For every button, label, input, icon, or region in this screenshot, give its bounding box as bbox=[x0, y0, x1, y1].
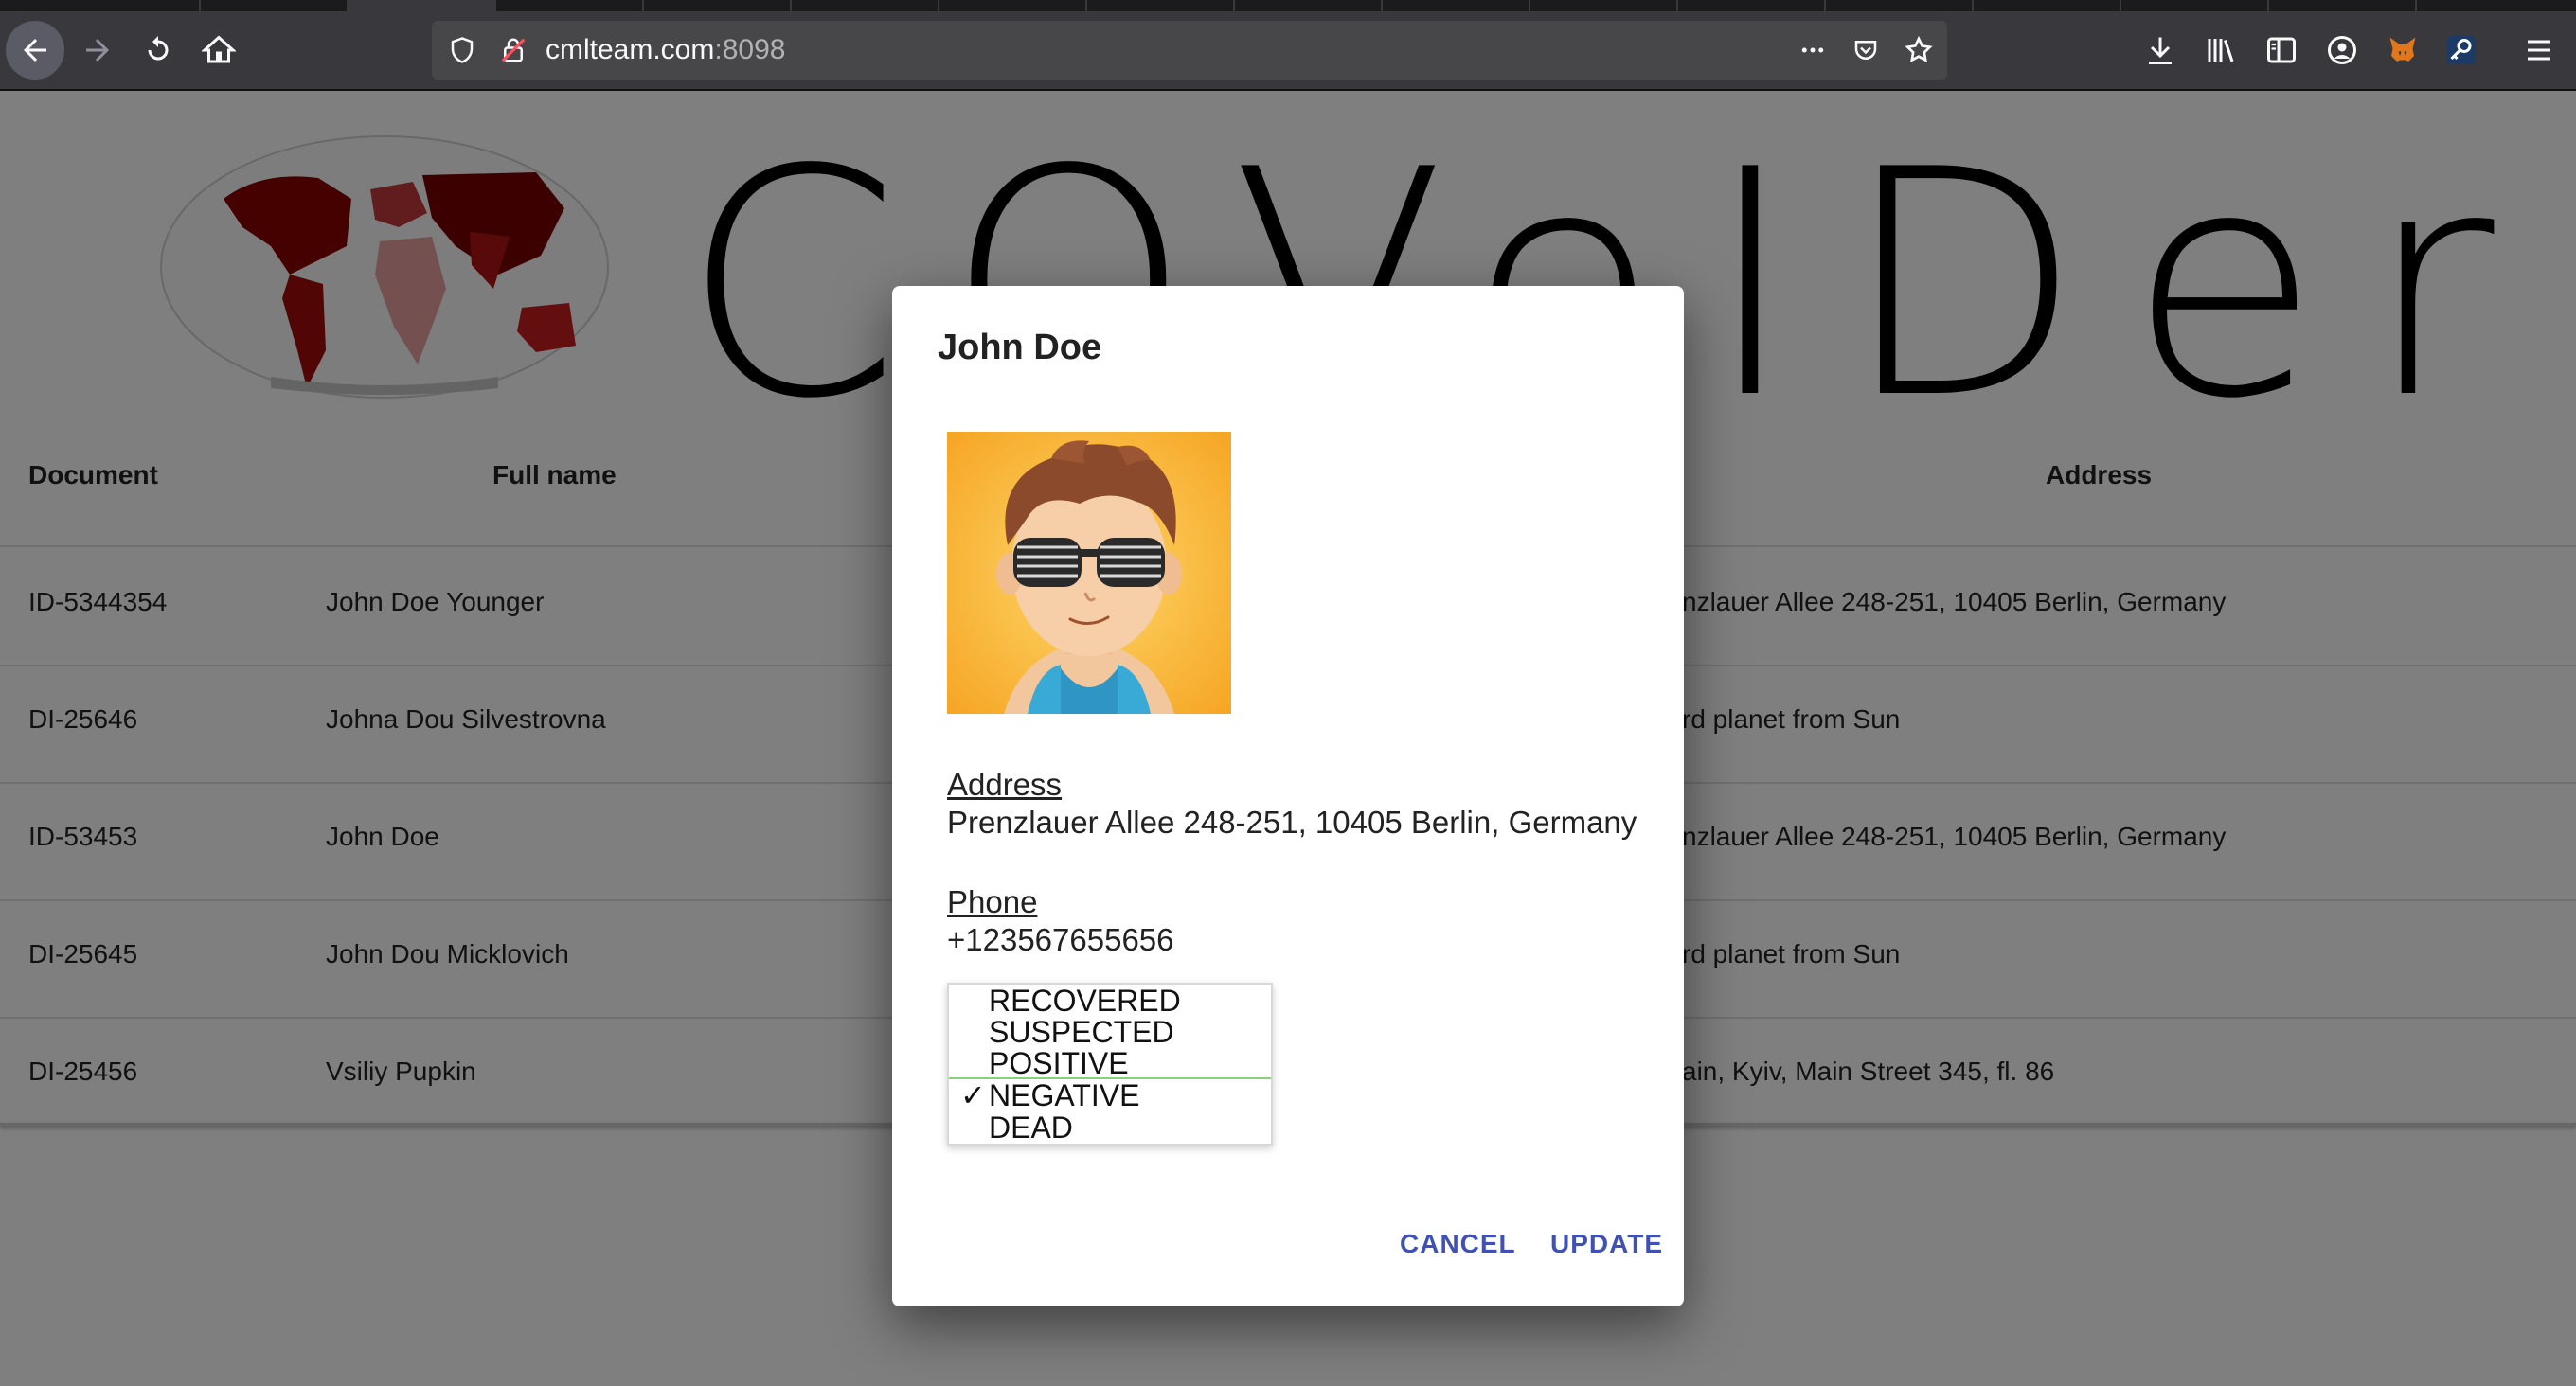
checkmark-icon: ✓ bbox=[960, 1078, 986, 1112]
browser-tab[interactable] bbox=[1087, 0, 1235, 11]
status-select[interactable]: RECOVERED SUSPECTED POSITIVE ✓ NEGATIVE … bbox=[947, 983, 1273, 1146]
back-button[interactable] bbox=[6, 21, 64, 80]
tab-strip bbox=[0, 0, 2576, 11]
forward-button[interactable] bbox=[68, 21, 127, 80]
pocket-icon[interactable] bbox=[1849, 33, 1883, 67]
fox-icon bbox=[2389, 37, 2416, 62]
browser-tab[interactable] bbox=[792, 0, 939, 11]
status-option-negative[interactable]: ✓ NEGATIVE bbox=[949, 1077, 1271, 1111]
browser-tab[interactable] bbox=[644, 0, 792, 11]
browser-tab[interactable] bbox=[2121, 0, 2269, 11]
browser-tab[interactable] bbox=[1235, 0, 1383, 11]
more-actions-icon[interactable] bbox=[1796, 33, 1830, 67]
browser-tab[interactable] bbox=[1678, 0, 1826, 11]
phone-label: Phone bbox=[947, 884, 1038, 919]
browser-tab[interactable] bbox=[1974, 0, 2121, 11]
arrow-right-icon bbox=[86, 39, 109, 62]
sidebar-icon bbox=[2267, 37, 2296, 63]
hamburger-menu-icon bbox=[2528, 40, 2550, 61]
reload-icon bbox=[148, 36, 169, 61]
url-host: cmlteam.com bbox=[546, 34, 715, 65]
downloads-button[interactable] bbox=[2133, 23, 2188, 78]
cancel-button[interactable]: CANCEL bbox=[1400, 1229, 1516, 1259]
browser-tab[interactable] bbox=[2417, 0, 2576, 11]
home-icon bbox=[202, 35, 236, 63]
browser-tab[interactable] bbox=[496, 0, 644, 11]
browser-toolbar: cmlteam.com:8098 bbox=[0, 11, 2576, 91]
browser-tab[interactable] bbox=[939, 0, 1087, 11]
library-button[interactable] bbox=[2193, 23, 2248, 78]
browser-tab[interactable] bbox=[201, 0, 349, 11]
url-port: :8098 bbox=[714, 34, 786, 65]
browser-tab[interactable] bbox=[1530, 0, 1678, 11]
extension-button[interactable] bbox=[2434, 23, 2489, 78]
browser-tab[interactable] bbox=[1383, 0, 1530, 11]
library-icon bbox=[2208, 39, 2234, 62]
person-edit-dialog: John Doe Address Prenzlauer Allee 248-25… bbox=[892, 286, 1684, 1306]
address-value: Prenzlauer Allee 248-251, 10405 Berlin, … bbox=[947, 805, 1637, 840]
account-button[interactable] bbox=[2315, 23, 2370, 78]
metamask-extension-button[interactable] bbox=[2375, 23, 2430, 78]
browser-tab[interactable] bbox=[0, 0, 201, 11]
download-icon bbox=[2149, 37, 2172, 64]
reload-button[interactable] bbox=[129, 21, 188, 80]
extension-key-icon bbox=[2447, 36, 2476, 64]
address-label: Address bbox=[947, 767, 1063, 802]
url-bar[interactable]: cmlteam.com:8098 bbox=[432, 21, 1947, 80]
browser-tab[interactable] bbox=[2269, 0, 2417, 11]
url-text[interactable]: cmlteam.com:8098 bbox=[546, 34, 785, 66]
avatar-image bbox=[947, 432, 1231, 714]
browser-tab[interactable] bbox=[1826, 0, 1974, 11]
shield-icon[interactable] bbox=[445, 33, 479, 67]
bookmark-star-icon[interactable] bbox=[1902, 33, 1936, 67]
insecure-lock-icon[interactable] bbox=[496, 33, 530, 67]
phone-value: +123567655656 bbox=[947, 922, 1174, 957]
arrow-left-icon bbox=[24, 39, 46, 62]
home-button[interactable] bbox=[189, 21, 248, 80]
menu-button[interactable] bbox=[2512, 23, 2567, 78]
account-icon bbox=[2328, 36, 2356, 64]
browser-tab-active[interactable] bbox=[349, 0, 496, 11]
update-button[interactable]: UPDATE bbox=[1550, 1229, 1663, 1259]
dialog-title: John Doe bbox=[938, 328, 1102, 367]
sidebar-button[interactable] bbox=[2254, 23, 2309, 78]
